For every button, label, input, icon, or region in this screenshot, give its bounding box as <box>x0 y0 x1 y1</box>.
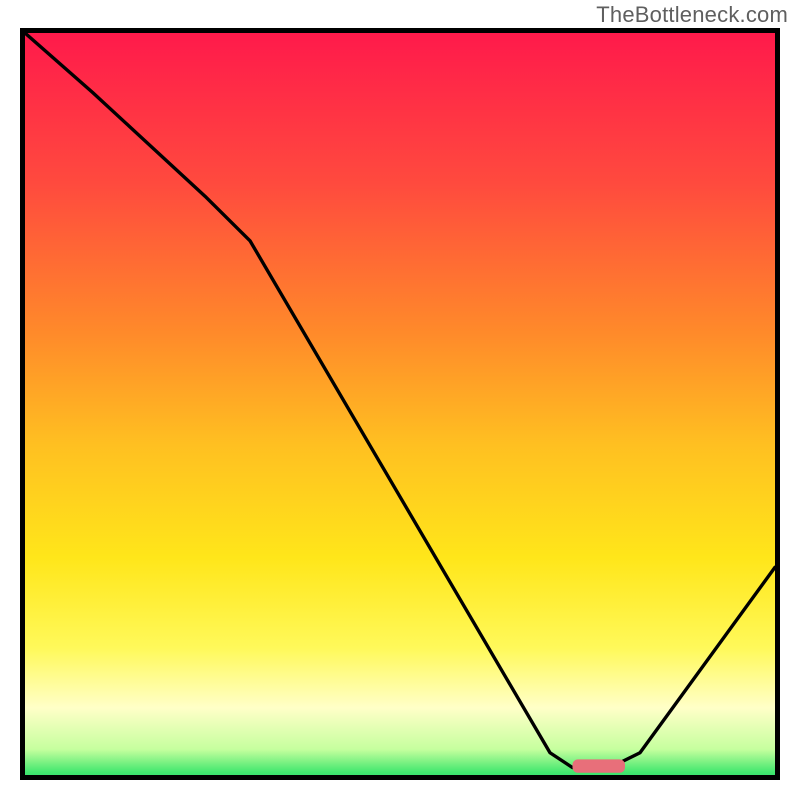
optimal-range-marker <box>573 759 626 772</box>
chart-container: TheBottleneck.com <box>0 0 800 800</box>
chart-overlay <box>25 33 775 775</box>
plot-area <box>20 28 780 780</box>
bottleneck-curve-line <box>25 33 775 768</box>
watermark-text: TheBottleneck.com <box>596 2 788 28</box>
